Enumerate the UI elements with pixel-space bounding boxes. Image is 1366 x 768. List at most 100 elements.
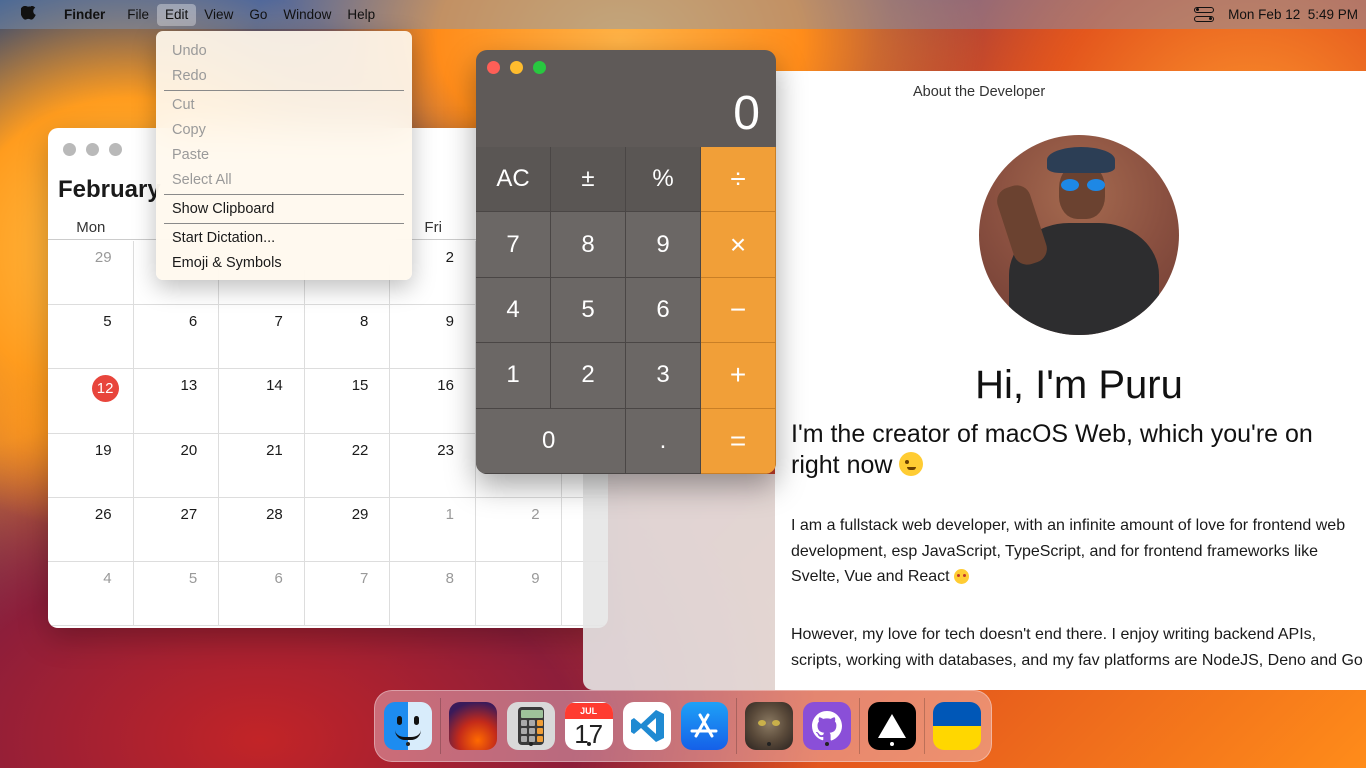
menubar-clock[interactable]: Mon Feb 12 5:49 PM: [1228, 7, 1358, 22]
calendar-day-cell[interactable]: 6: [134, 305, 220, 369]
calendar-day-number: 6: [188, 313, 198, 331]
finder-icon[interactable]: [384, 702, 432, 750]
menu-view[interactable]: View: [196, 4, 241, 26]
calendar-day-cell[interactable]: 15: [305, 369, 391, 433]
multiply-button[interactable]: ×: [701, 212, 776, 278]
decimal-button[interactable]: .: [626, 408, 701, 474]
close-button[interactable]: [63, 143, 76, 156]
calendar-day-cell[interactable]: 8: [305, 305, 391, 369]
percent-button[interactable]: %: [626, 147, 701, 213]
menu-item-paste[interactable]: Paste: [156, 143, 412, 168]
calendar-day-cell[interactable]: 5: [134, 561, 220, 626]
about-subheading: I'm the creator of macOS Web, which you'…: [791, 420, 1313, 479]
running-indicator: [890, 742, 895, 746]
calendar-day-cell[interactable]: 28: [219, 497, 305, 561]
calendar-day-cell[interactable]: 7: [219, 305, 305, 369]
calendar-day-cell[interactable]: 22: [305, 433, 391, 497]
maximize-button[interactable]: [109, 143, 122, 156]
running-indicator: [405, 742, 410, 746]
digit-6-button[interactable]: 6: [626, 277, 701, 344]
calendar-day-number: 29: [94, 249, 112, 266]
about-window: About the Developer Hi, I'm Puru I'm the…: [775, 71, 1366, 690]
menu-item-show-clipboard[interactable]: Show Clipboard: [156, 197, 412, 222]
calendar-day-cell[interactable]: 16: [390, 369, 476, 433]
calendar-day-number: 23: [437, 441, 454, 459]
calendar-day-cell[interactable]: 1: [390, 497, 476, 561]
add-button[interactable]: +: [701, 343, 776, 409]
calendar-day-cell[interactable]: 27: [134, 497, 220, 561]
calendar-day-cell[interactable]: 14: [219, 369, 305, 433]
calculator-window: 0 AC ±% ÷ 7 8 9 × 4 5 6− 1 2 3 +0. =: [476, 50, 776, 474]
calendar-day-cell[interactable]: 29: [305, 497, 391, 561]
calendar-day-cell[interactable]: 6: [219, 561, 305, 626]
subtract-button[interactable]: −: [701, 277, 776, 344]
digit-5-button[interactable]: 5: [551, 277, 626, 344]
wallpapers-icon[interactable]: [448, 702, 497, 750]
calendar-day-cell[interactable]: 9: [390, 305, 476, 369]
dock-divider: [924, 698, 926, 754]
github-icon[interactable]: [803, 702, 852, 750]
menu-go[interactable]: Go: [241, 4, 275, 26]
menu-item-start-dictation[interactable]: Start Dictation...: [156, 226, 412, 251]
calendar-day-cell[interactable]: 4: [48, 561, 134, 626]
vercel-icon[interactable]: [868, 702, 917, 750]
menu-item-emoji-symbols[interactable]: Emoji & Symbols: [156, 251, 412, 276]
apple-menu-icon[interactable]: [0, 6, 56, 23]
menu-separator: [164, 90, 404, 91]
calendar-week-row: 4 5 6 7 8 9: [48, 561, 608, 627]
calendar-icon-month: JUL: [564, 703, 613, 719]
calendar-day-cell[interactable]: 13: [134, 369, 220, 433]
control-center-icon[interactable]: [1194, 6, 1215, 24]
calendar-day-cell[interactable]: 21: [219, 433, 305, 497]
digit-7-button[interactable]: 7: [476, 212, 551, 278]
calendar-day-cell[interactable]: 26: [48, 497, 134, 561]
maximize-button[interactable]: [533, 61, 546, 74]
menu-item-select-all[interactable]: Select All: [156, 168, 412, 193]
ukraine-flag-icon[interactable]: [933, 702, 982, 750]
menu-item-undo[interactable]: Undo: [156, 39, 412, 64]
menu-help[interactable]: Help: [339, 4, 383, 26]
menu-separator: [164, 194, 404, 195]
calendar-day-cell[interactable]: 12: [48, 369, 134, 433]
menu-item-redo[interactable]: Redo: [156, 64, 412, 89]
menu-window[interactable]: Window: [275, 4, 339, 26]
digit-2-button[interactable]: 2: [551, 343, 626, 409]
menu-item-cut[interactable]: Cut: [156, 93, 412, 118]
divide-button[interactable]: ÷: [701, 147, 776, 213]
calendar-day-cell[interactable]: 8: [390, 561, 476, 626]
calculator-icon[interactable]: [506, 702, 555, 750]
purrfect-cat-icon[interactable]: [745, 702, 794, 750]
calendar-icon[interactable]: JUL 17: [564, 702, 613, 750]
all-clear-button[interactable]: AC: [476, 147, 551, 213]
digit-4-button[interactable]: 4: [476, 277, 551, 344]
close-button[interactable]: [487, 61, 500, 74]
menu-edit[interactable]: Edit: [157, 3, 197, 26]
digit-3-button[interactable]: 3: [626, 343, 701, 409]
calendar-day-cell[interactable]: 5: [48, 305, 134, 369]
calendar-day-cell[interactable]: 23: [390, 433, 476, 497]
calendar-day-number: 13: [180, 377, 198, 395]
about-paragraph-1: I am a fullstack web developer, with an …: [791, 517, 1346, 585]
calendar-day-cell[interactable]: 7: [305, 561, 391, 626]
calendar-day-cell[interactable]: 19: [48, 433, 134, 497]
digit-9-button[interactable]: 9: [626, 212, 701, 278]
digit-0-button[interactable]: 0: [476, 408, 626, 474]
calendar-day-cell[interactable]: 9: [476, 561, 562, 626]
minimize-button[interactable]: [510, 61, 523, 74]
calendar-day-cell[interactable]: 20: [134, 433, 220, 497]
digit-8-button[interactable]: 8: [551, 212, 626, 278]
calendar-day-cell[interactable]: 2: [476, 497, 562, 561]
menu-app-name[interactable]: Finder: [56, 4, 119, 26]
calendar-day-cell[interactable]: 29: [48, 241, 134, 305]
vscode-icon[interactable]: [622, 702, 671, 750]
menu-file[interactable]: File: [119, 4, 157, 26]
winking-face-emoji-icon: [899, 452, 924, 476]
app-store-icon[interactable]: [680, 702, 729, 750]
calendar-day-number: 20: [180, 441, 198, 459]
plus-minus-button[interactable]: ±: [551, 147, 626, 213]
digit-1-button[interactable]: 1: [476, 343, 551, 409]
menu-item-copy[interactable]: Copy: [156, 118, 412, 143]
equals-button[interactable]: =: [701, 408, 776, 474]
weekday-label: Mon: [76, 219, 106, 236]
minimize-button[interactable]: [86, 143, 99, 156]
